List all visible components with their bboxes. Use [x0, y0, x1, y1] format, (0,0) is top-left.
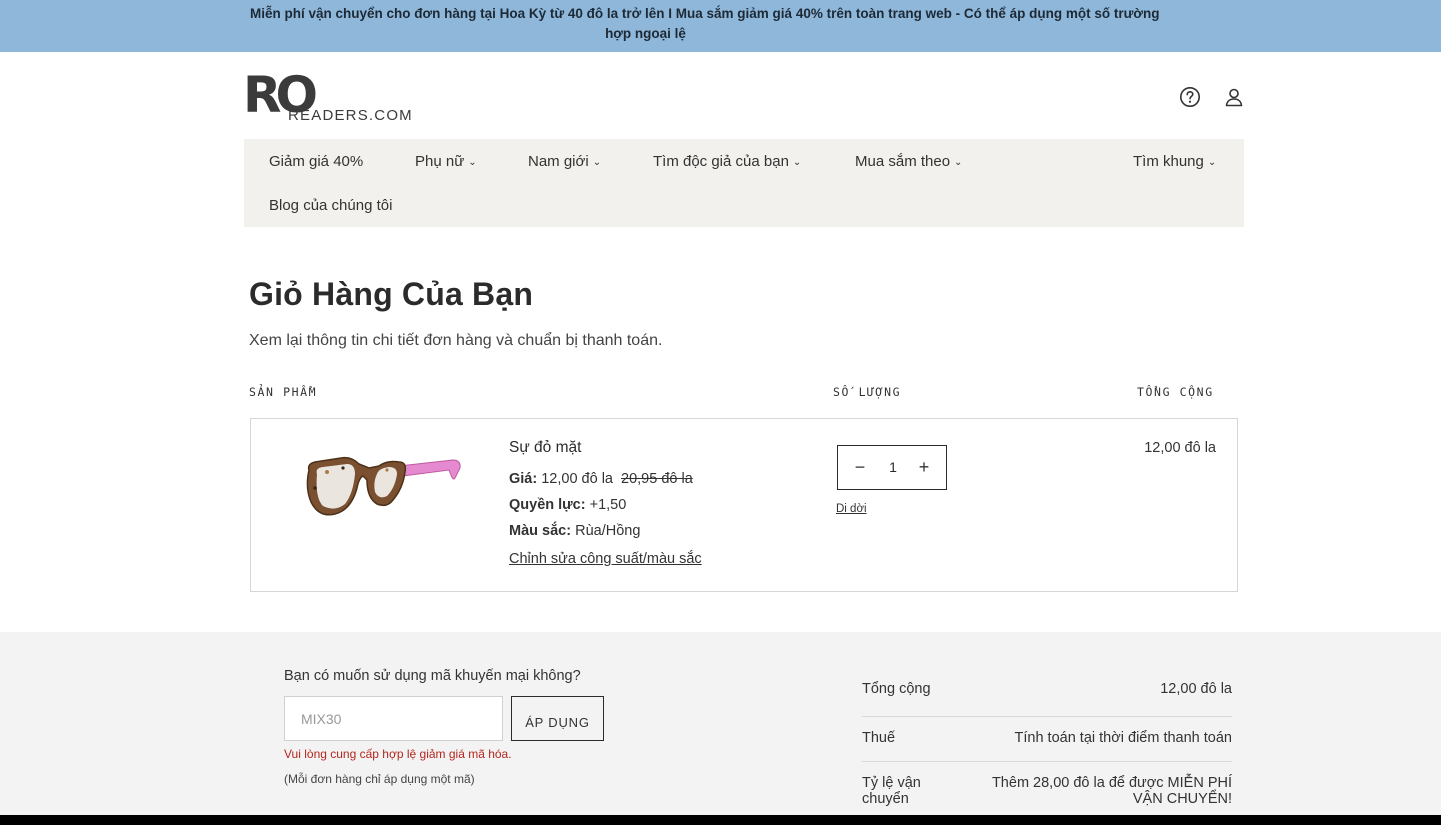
- nav-label: Mua sắm theo: [855, 153, 951, 170]
- nav-item-blog[interactable]: Blog của chúng tôi: [269, 197, 392, 214]
- main-nav: Giảm giá 40% Phụ nữ ⌄ Nam giới ⌄ Tìm độc g…: [244, 139, 1244, 227]
- tax-value: Tính toán tại thời điểm thanh toán: [1014, 730, 1232, 746]
- readers-logo[interactable]: RO READERS.COM: [243, 70, 413, 124]
- product-image[interactable]: [303, 448, 463, 520]
- promo-error-message: Vui lòng cung cấp hợp lệ giảm giá mã hóa…: [284, 747, 512, 761]
- announcement-bar: Miễn phí vận chuyển cho đơn hàng tại Hoa…: [0, 0, 1441, 52]
- product-price: Giá: 12,00 đô la 20,95 đô la: [509, 471, 693, 487]
- shipping-label-line-1: Tỷ lệ vận: [862, 775, 921, 791]
- nav-label: Blog của chúng tôi: [269, 197, 393, 214]
- bottom-bar: [0, 815, 1441, 825]
- old-price: 20,95 đô la: [621, 471, 693, 487]
- power-label: Quyền lực:: [509, 497, 586, 513]
- chevron-down-icon: ⌄: [954, 157, 963, 168]
- nav-item-find-frames[interactable]: Tìm khung ⌄: [1133, 153, 1216, 170]
- product-name[interactable]: Sự đỏ mặt: [509, 439, 581, 457]
- quantity-stepper: − 1 +: [837, 445, 947, 490]
- edit-power-color-link[interactable]: Chỉnh sửa công suất/màu sắc: [509, 551, 702, 567]
- promo-note: (Mỗi đơn hàng chỉ áp dụng một mã): [284, 772, 475, 786]
- announcement-line-2: hợp ngoại lệ: [605, 26, 686, 41]
- promo-code-input[interactable]: [284, 696, 503, 741]
- nav-label: Phụ nữ: [415, 153, 465, 170]
- nav-item-sale[interactable]: Giảm giá 40%: [269, 153, 363, 170]
- remove-item-link[interactable]: Di dời: [836, 503, 867, 515]
- page-title: Giỏ Hàng Của Bạn: [249, 276, 534, 312]
- shipping-label: Tỷ lệ vận chuyển: [862, 775, 921, 807]
- line-total: 12,00 đô la: [1144, 440, 1216, 456]
- tax-label: Thuế: [862, 730, 896, 746]
- product-color: Màu sắc: Rùa/Hồng: [509, 523, 640, 539]
- price-value: 12,00 đô la: [541, 471, 613, 487]
- nav-item-find-readers[interactable]: Tìm độc giả của bạn ⌄: [653, 153, 801, 170]
- nav-label: Tìm độc giả của bạn: [653, 153, 789, 170]
- apply-promo-button[interactable]: ÁP DỤNG: [511, 696, 604, 741]
- shipping-value-line-1: Thêm 28,00 đô la để được MIỄN PHÍ: [991, 775, 1232, 791]
- shipping-value: Thêm 28,00 đô la để được MIỄN PHÍ VẬN CH…: [992, 775, 1232, 807]
- decrease-quantity-button[interactable]: −: [850, 457, 870, 478]
- quantity-value[interactable]: 1: [878, 459, 908, 475]
- price-label: Giá:: [509, 471, 538, 487]
- chevron-down-icon: ⌄: [1207, 157, 1217, 168]
- chevron-down-icon: ⌄: [792, 157, 802, 168]
- nav-item-women[interactable]: Phụ nữ ⌄: [415, 153, 477, 170]
- subtotal-label: Tổng cộng: [862, 681, 931, 697]
- nav-label: Tìm khung: [1133, 153, 1204, 170]
- column-header-quantity: SỐ LƯỢNG: [833, 385, 902, 399]
- announcement-line-1: Miễn phí vận chuyển cho đơn hàng tại Hoa…: [250, 6, 1160, 21]
- help-icon[interactable]: [1179, 86, 1201, 108]
- product-power: Quyền lực: +1,50: [509, 497, 626, 513]
- color-label: Màu sắc:: [509, 523, 572, 539]
- column-header-product: SẢN PHẨM: [249, 385, 318, 399]
- increase-quantity-button[interactable]: +: [914, 457, 934, 478]
- promo-question: Bạn có muốn sử dụng mã khuyến mại không?: [284, 668, 581, 684]
- chevron-down-icon: ⌄: [468, 157, 477, 168]
- account-icon[interactable]: [1223, 86, 1245, 108]
- page-subtitle: Xem lại thông tin chi tiết đơn hàng và c…: [249, 332, 663, 349]
- column-header-total: TỔNG CỘNG: [1137, 385, 1214, 399]
- nav-label: Giảm giá 40%: [269, 153, 364, 170]
- nav-label: Nam giới: [528, 153, 589, 170]
- color-value: Rùa/Hồng: [575, 523, 641, 539]
- subtotal-value: 12,00 đô la: [1160, 681, 1232, 697]
- summary-divider: [862, 761, 1232, 762]
- logo-wordmark: READERS.COM: [288, 107, 413, 124]
- nav-item-men[interactable]: Nam giới ⌄: [528, 153, 601, 170]
- summary-divider: [862, 716, 1232, 717]
- shipping-value-line-2: VẬN CHUYỂN!: [1132, 791, 1232, 807]
- power-value: +1,50: [589, 497, 627, 513]
- nav-item-shop-by[interactable]: Mua sắm theo ⌄: [855, 153, 962, 170]
- shipping-label-line-2: chuyển: [862, 791, 909, 807]
- chevron-down-icon: ⌄: [592, 157, 602, 168]
